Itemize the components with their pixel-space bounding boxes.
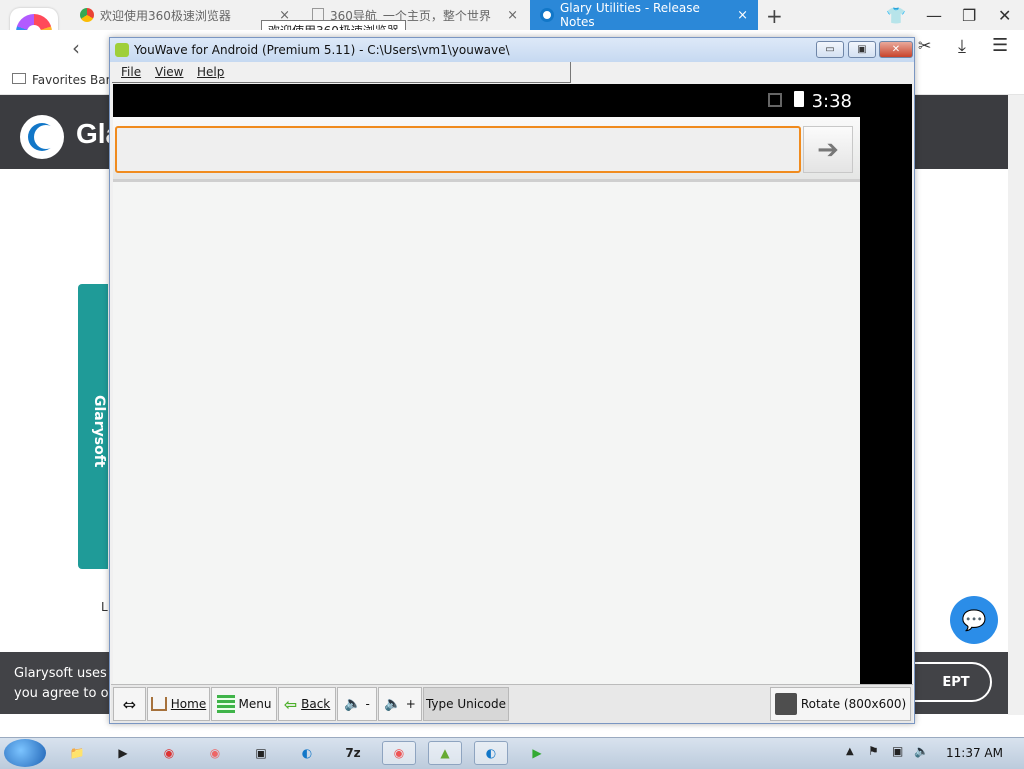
new-tab-button[interactable]: +	[766, 4, 783, 28]
tray-expand-icon[interactable]: ▲	[846, 746, 854, 757]
no-sim-icon	[768, 93, 782, 107]
menu-file[interactable]: File	[121, 65, 141, 79]
youwave-maximize-button[interactable]: ▣	[848, 41, 876, 58]
youwave-minimize-button[interactable]: ▭	[816, 41, 844, 58]
volume-down-button[interactable]: 🔈 -	[337, 687, 377, 721]
browser-tab-strip: 欢迎使用360极速浏览器 × 360导航_一个主页，整个世界 × Glary U…	[0, 0, 1024, 30]
taskbar-media-player[interactable]: ▶	[106, 741, 140, 765]
chrome-favicon-icon	[80, 8, 94, 22]
search-input[interactable]	[115, 126, 801, 173]
menu-label: Menu	[238, 697, 272, 711]
menu-icon[interactable]: ☰	[992, 35, 1008, 56]
back-button[interactable]: ⇦ Back	[278, 687, 336, 721]
search-go-button[interactable]: ➔	[803, 126, 853, 173]
android-screen-margin	[860, 84, 912, 684]
android-screen[interactable]: 3:38 ➔	[113, 84, 860, 684]
speaker-icon: 🔈	[344, 696, 362, 712]
folder-icon	[12, 73, 26, 84]
menu-view[interactable]: View	[155, 65, 183, 79]
rotate-button[interactable]: Rotate (800x600)	[770, 687, 911, 721]
type-unicode-button[interactable]: Type Unicode	[423, 687, 509, 721]
cookie-text-line1: Glarysoft uses c	[14, 666, 119, 681]
taskbar-360-browser[interactable]: ◉	[382, 741, 416, 765]
tray-network-icon[interactable]: ▣	[892, 744, 903, 758]
taskbar-7zip[interactable]: 7z	[336, 741, 370, 765]
tray-flag-icon[interactable]: ⚑	[868, 744, 879, 758]
menu-help[interactable]: Help	[197, 65, 224, 79]
restore-button[interactable]: ❐	[962, 6, 976, 25]
accept-label: EPT	[942, 674, 970, 690]
download-icon[interactable]: ⤓	[958, 36, 966, 57]
speaker-icon: 🔈	[384, 696, 402, 712]
taskbar-chrome[interactable]: ◉	[152, 741, 186, 765]
taskbar-network[interactable]: ▣	[244, 741, 278, 765]
volume-up-button[interactable]: 🔈 +	[378, 687, 422, 721]
menu-list-icon	[216, 695, 235, 713]
tab-label: Glary Utilities - Release Notes	[560, 1, 700, 29]
page-scrollbar[interactable]	[1008, 95, 1024, 715]
arrow-right-icon: ➔	[817, 134, 839, 165]
volume-down-label: -	[365, 697, 370, 711]
chat-bubble-icon: 💬	[961, 608, 987, 632]
android-clock: 3:38	[811, 91, 852, 112]
youwave-window: YouWave for Android (Premium 5.11) - C:\…	[109, 37, 915, 724]
battery-icon	[794, 91, 804, 107]
tab-glary-release-notes[interactable]: Glary Utilities - Release Notes ×	[530, 0, 758, 30]
back-arrow-icon[interactable]: ‹	[72, 36, 80, 60]
menu-button[interactable]: Menu	[211, 687, 277, 721]
window-title: YouWave for Android (Premium 5.11) - C:\…	[134, 43, 510, 57]
close-tab-icon[interactable]: ×	[507, 8, 518, 23]
resize-arrows-icon: ⇔	[122, 694, 137, 714]
rotate-label: Rotate (800x600)	[800, 697, 907, 711]
youwave-menubar: File View Help	[112, 62, 571, 83]
chat-button[interactable]: 💬	[950, 596, 998, 644]
taskbar-explorer[interactable]: 📁	[60, 741, 94, 765]
back-arrow-icon: ⇦	[283, 694, 298, 714]
glary-favicon-icon	[540, 8, 554, 22]
skin-icon[interactable]: 👕	[886, 6, 906, 25]
resize-button[interactable]: ⇔	[113, 687, 146, 721]
taskbar-android[interactable]: ▲	[428, 741, 462, 765]
cookie-text-line2: you agree to ou	[14, 686, 117, 701]
glarysoft-logo-icon[interactable]	[20, 115, 64, 159]
glarysoft-side-label: Glarysoft	[91, 395, 107, 468]
android-app-icon	[115, 43, 129, 57]
youwave-toolbar: ⇔ Home Menu ⇦ Back 🔈 - 🔈 + Type Unicode …	[111, 684, 913, 723]
taskbar-glary-utilities[interactable]: ◐	[474, 741, 508, 765]
youwave-close-button[interactable]: ✕	[879, 41, 913, 58]
taskbar-camtasia[interactable]: ▶	[520, 741, 554, 765]
home-button[interactable]: Home	[147, 687, 210, 721]
home-label: Home	[170, 697, 207, 711]
taskbar-firefox[interactable]: ◉	[198, 741, 232, 765]
tab-label: 欢迎使用360极速浏览器	[100, 8, 231, 23]
android-search-bar: ➔	[113, 117, 860, 182]
rotate-device-icon	[774, 693, 797, 715]
favorites-bar-label[interactable]: Favorites Bar	[32, 73, 111, 87]
start-button[interactable]	[4, 739, 46, 767]
scissors-icon[interactable]: ✂	[918, 36, 931, 55]
back-label: Back	[301, 697, 331, 711]
tray-clock[interactable]: 11:37 AM	[946, 746, 1003, 760]
volume-up-label: +	[405, 697, 416, 711]
android-status-bar: 3:38	[113, 84, 860, 117]
close-window-button[interactable]: ✕	[998, 6, 1011, 25]
youwave-titlebar[interactable]: YouWave for Android (Premium 5.11) - C:\…	[110, 38, 914, 62]
close-tab-icon[interactable]: ×	[737, 8, 748, 23]
page-stray-text: L	[101, 600, 108, 614]
minimize-button[interactable]: —	[926, 6, 942, 25]
home-icon	[150, 697, 167, 711]
taskbar-glary[interactable]: ◐	[290, 741, 324, 765]
tray-volume-icon[interactable]: 🔈	[914, 744, 929, 758]
